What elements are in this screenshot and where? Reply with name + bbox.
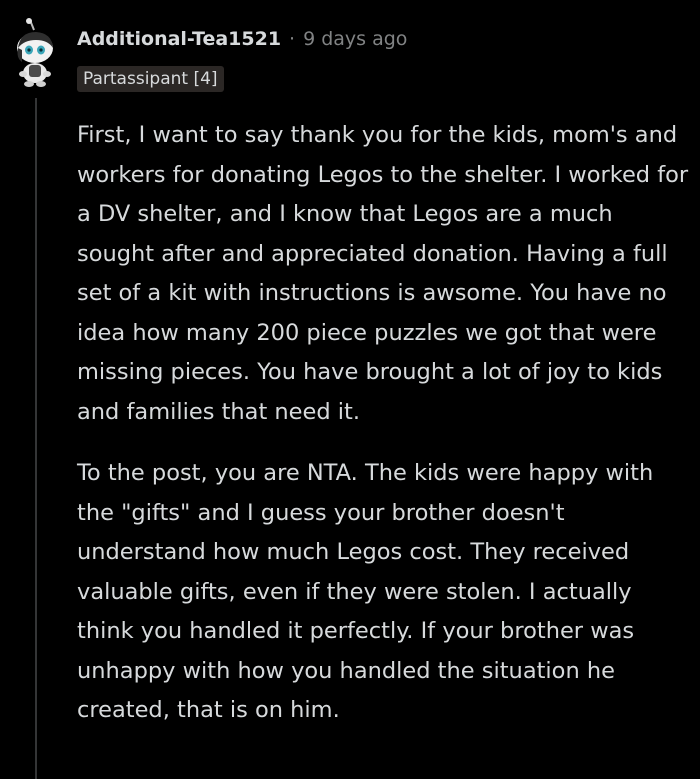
username-link[interactable]: Additional-Tea1521	[77, 28, 281, 50]
thread-line[interactable]	[35, 98, 37, 779]
comment-timestamp[interactable]: 9 days ago	[303, 28, 407, 50]
snoo-avatar-icon	[17, 18, 53, 87]
comment-body: First, I want to say thank you for the k…	[77, 116, 689, 753]
comment-paragraph: First, I want to say thank you for the k…	[77, 122, 689, 425]
avatar[interactable]	[8, 18, 60, 88]
user-flair: Partassipant [4]	[77, 66, 224, 92]
separator-dot: ·	[289, 28, 296, 50]
comment-paragraph: To the post, you are NTA. The kids were …	[77, 460, 654, 723]
comment-header: Additional-Tea1521 · 9 days ago	[77, 28, 407, 50]
